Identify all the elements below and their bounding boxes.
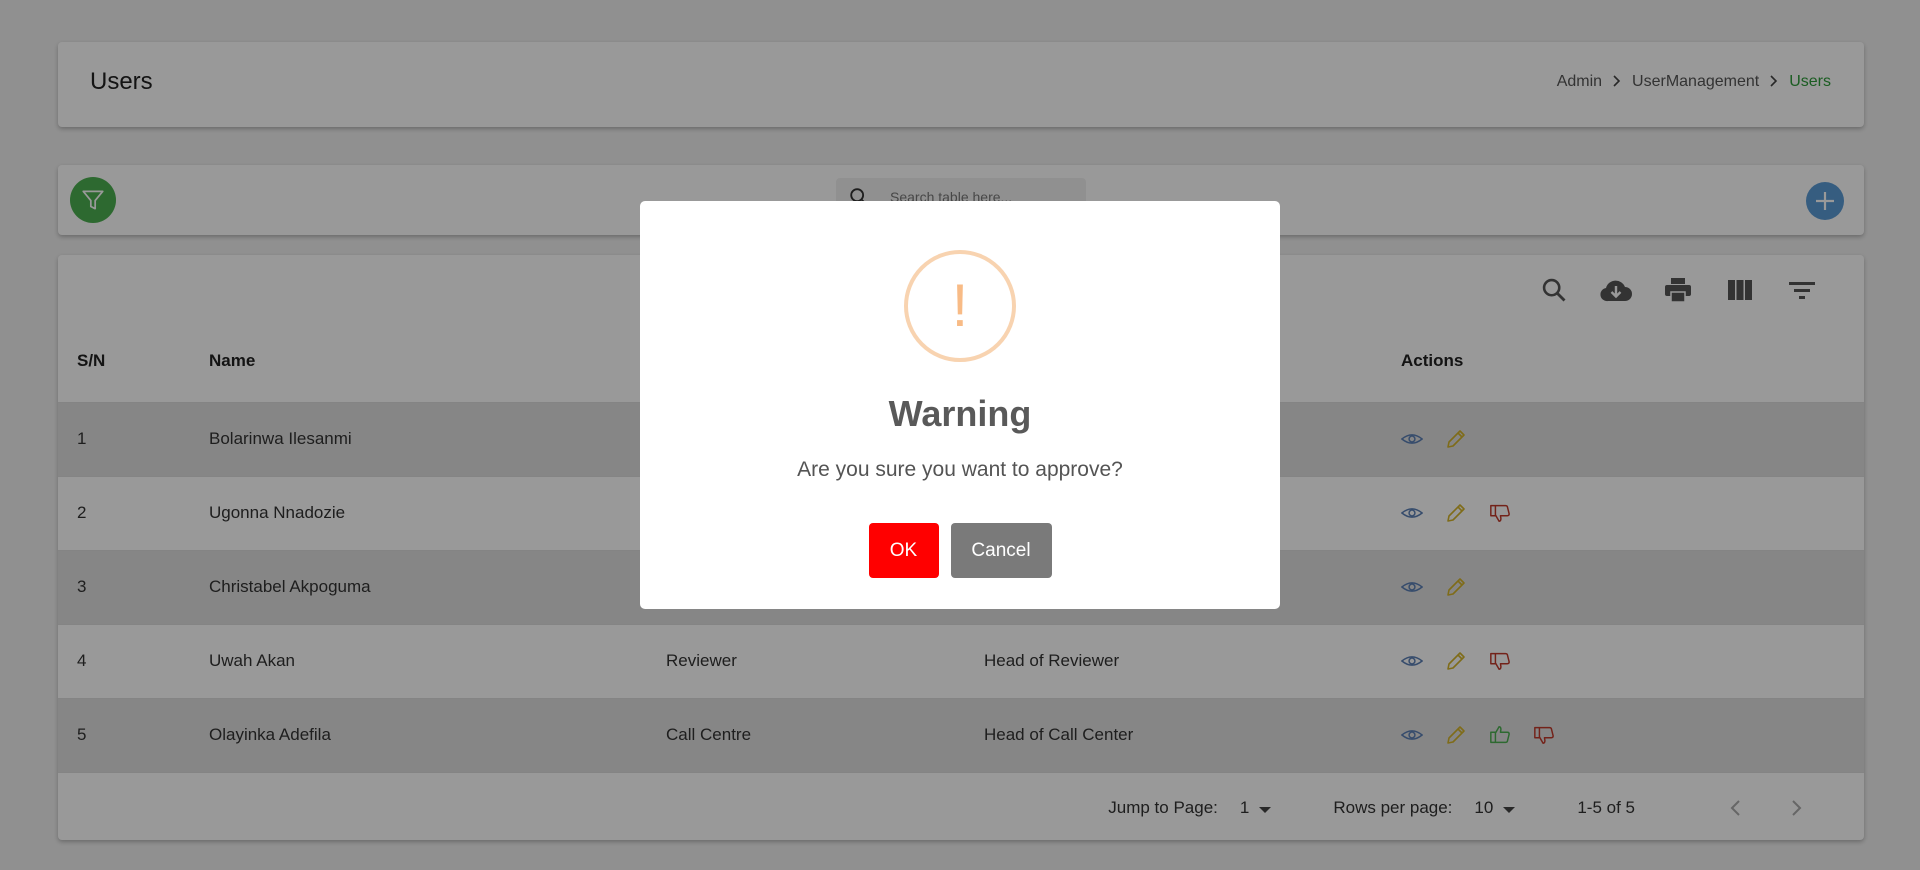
cancel-button[interactable]: Cancel — [950, 523, 1052, 578]
warning-icon: ! — [904, 250, 1016, 362]
dialog-title: Warning — [888, 393, 1032, 434]
dialog-message: Are you sure you want to approve? — [797, 458, 1123, 481]
ok-button[interactable]: OK — [868, 523, 939, 578]
dialog-actions: OK Cancel — [640, 523, 1280, 578]
warning-dialog: ! Warning Are you sure you want to appro… — [640, 201, 1280, 609]
